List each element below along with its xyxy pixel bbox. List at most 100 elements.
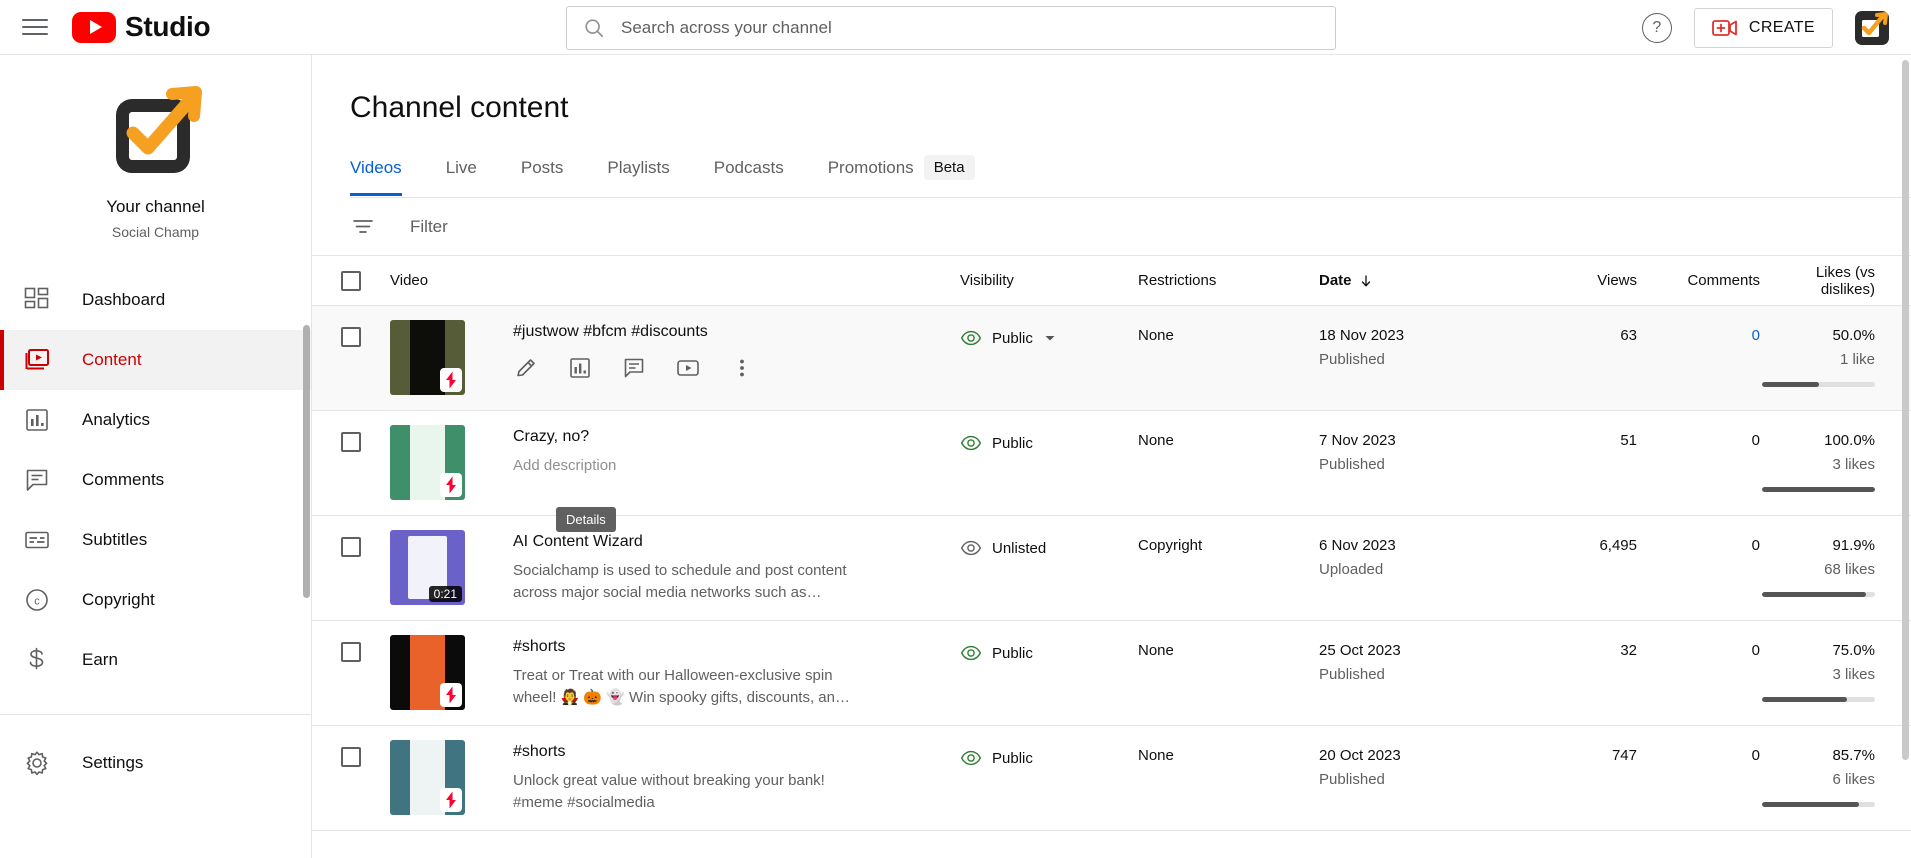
tab-posts[interactable]: Posts xyxy=(499,158,586,196)
select-all-checkbox-cell xyxy=(312,270,390,291)
sidebar-item-settings[interactable]: Settings xyxy=(0,733,311,793)
column-header-restrictions: Restrictions xyxy=(1138,272,1319,289)
video-thumbnail[interactable] xyxy=(390,320,465,395)
details-tooltip: Details xyxy=(556,507,616,532)
video-title[interactable]: AI Content Wizard xyxy=(513,533,873,551)
help-icon[interactable]: ? xyxy=(1641,12,1672,43)
row-checkbox[interactable] xyxy=(341,537,361,557)
main-scrollbar[interactable] xyxy=(1902,60,1909,760)
help-glyph: ? xyxy=(1652,18,1662,36)
tab-playlists[interactable]: Playlists xyxy=(585,158,691,196)
restrictions-cell: None xyxy=(1138,726,1319,764)
tab-videos[interactable]: Videos xyxy=(350,158,424,196)
video-thumbnail[interactable]: 0:21 xyxy=(390,530,465,605)
restrictions-cell: None xyxy=(1138,306,1319,344)
restrictions-label: None xyxy=(1138,432,1174,449)
search-input[interactable] xyxy=(621,18,1319,38)
tab-promotions[interactable]: Promotions xyxy=(806,158,936,196)
column-label: Visibility xyxy=(960,272,1014,289)
row-checkbox-cell xyxy=(312,621,390,662)
date-cell: 6 Nov 2023 Uploaded xyxy=(1319,516,1516,578)
video-title[interactable]: #shorts xyxy=(513,638,873,656)
video-title[interactable]: #shorts xyxy=(513,743,873,761)
tab-podcasts[interactable]: Podcasts xyxy=(692,158,806,196)
visibility-cell[interactable]: Public xyxy=(960,411,1138,454)
video-description[interactable]: Unlock great value without breaking your… xyxy=(513,770,873,814)
subtitles-icon xyxy=(22,525,52,555)
date-cell: 18 Nov 2023 Published xyxy=(1319,306,1516,368)
sidebar-item-content[interactable]: Content xyxy=(0,330,311,390)
visibility-cell[interactable]: Public xyxy=(960,726,1138,769)
video-description[interactable]: Socialchamp is used to schedule and post… xyxy=(513,560,873,604)
sidebar-item-dashboard[interactable]: Dashboard xyxy=(0,270,311,330)
filter-bar xyxy=(312,198,1911,256)
likes-ratio-bar xyxy=(1762,592,1875,597)
studio-logo[interactable]: Studio xyxy=(72,11,211,43)
svg-text:c: c xyxy=(34,596,40,608)
kebab-menu-icon[interactable] xyxy=(729,355,755,381)
filter-input[interactable] xyxy=(410,216,930,237)
play-box-icon[interactable] xyxy=(675,355,701,381)
sidebar-item-comments[interactable]: Comments xyxy=(0,450,311,510)
select-all-checkbox[interactable] xyxy=(341,270,361,291)
chevron-down-icon[interactable] xyxy=(1043,331,1057,345)
sidebar-item-copyright[interactable]: c Copyright xyxy=(0,570,311,630)
visibility-label: Public xyxy=(992,434,1033,452)
likes-count: 3 likes xyxy=(1832,456,1875,473)
row-checkbox[interactable] xyxy=(341,642,361,662)
video-description[interactable]: Treat or Treat with our Halloween-exclus… xyxy=(513,665,873,709)
sidebar-scrollbar[interactable] xyxy=(303,325,310,598)
create-button[interactable]: CREATE xyxy=(1693,7,1833,48)
page-title: Channel content xyxy=(350,91,569,124)
shorts-badge-icon xyxy=(440,473,462,497)
column-header-date[interactable]: Date xyxy=(1319,272,1516,289)
tab-live[interactable]: Live xyxy=(424,158,499,196)
video-title[interactable]: #justwow #bfcm #discounts xyxy=(513,323,755,341)
analytics-bar-icon[interactable] xyxy=(567,355,593,381)
channel-avatar[interactable] xyxy=(108,83,204,179)
table-row[interactable]: #justwow #bfcm #discounts Public None 18 No… xyxy=(312,306,1911,411)
search-box[interactable] xyxy=(566,6,1336,50)
video-description[interactable]: Add description xyxy=(513,455,616,477)
sidebar-item-earn[interactable]: Earn xyxy=(0,630,311,690)
comment-icon[interactable] xyxy=(621,355,647,381)
views-value: 6,495 xyxy=(1599,537,1637,554)
table-row[interactable]: Crazy, no? Add description Public None 7 Nov… xyxy=(312,411,1911,516)
sidebar-item-label: Copyright xyxy=(82,590,155,609)
column-label: Views xyxy=(1597,272,1637,289)
search-container xyxy=(566,6,1336,50)
video-title[interactable]: Crazy, no? xyxy=(513,428,616,446)
likes-percent: 50.0% xyxy=(1832,327,1875,344)
video-thumbnail[interactable] xyxy=(390,635,465,710)
sidebar-item-analytics[interactable]: Analytics xyxy=(0,390,311,450)
video-thumbnail[interactable] xyxy=(390,425,465,500)
date-status: Published xyxy=(1319,456,1385,473)
video-table-body: #justwow #bfcm #discounts Public None 18 No… xyxy=(312,306,1911,831)
row-checkbox[interactable] xyxy=(341,327,361,347)
date-value: 18 Nov 2023 xyxy=(1319,327,1405,344)
dollar-icon xyxy=(22,645,52,675)
channel-label[interactable]: Your channel xyxy=(106,197,205,217)
visibility-cell[interactable]: Public xyxy=(960,621,1138,664)
date-cell: 20 Oct 2023 Published xyxy=(1319,726,1516,788)
table-row[interactable]: #shorts Unlock great value without breaki… xyxy=(312,726,1911,831)
visibility-label: Public xyxy=(992,644,1033,662)
filter-icon[interactable] xyxy=(350,214,376,240)
account-avatar-icon[interactable] xyxy=(1855,10,1889,45)
likes-count: 1 like xyxy=(1839,351,1875,368)
table-row[interactable]: 0:21 AI Content Wizard Socialchamp is used… xyxy=(312,516,1911,621)
hamburger-icon[interactable] xyxy=(20,16,50,38)
visibility-label: Public xyxy=(992,329,1033,347)
row-checkbox[interactable] xyxy=(341,747,361,767)
likes-cell: 100.0% 3 likes xyxy=(1760,411,1911,492)
sidebar-item-subtitles[interactable]: Subtitles xyxy=(0,510,311,570)
tab-label: Playlists xyxy=(607,157,670,177)
visibility-cell[interactable]: Unlisted xyxy=(960,516,1138,559)
table-row[interactable]: #shorts Treat or Treat with our Halloween… xyxy=(312,621,1911,726)
visibility-cell[interactable]: Public xyxy=(960,306,1138,349)
comments-value[interactable]: 0 xyxy=(1752,327,1760,344)
sidebar-item-partial[interactable] xyxy=(0,690,311,712)
row-checkbox[interactable] xyxy=(341,432,361,452)
video-thumbnail[interactable] xyxy=(390,740,465,815)
pencil-icon[interactable] xyxy=(513,355,539,381)
